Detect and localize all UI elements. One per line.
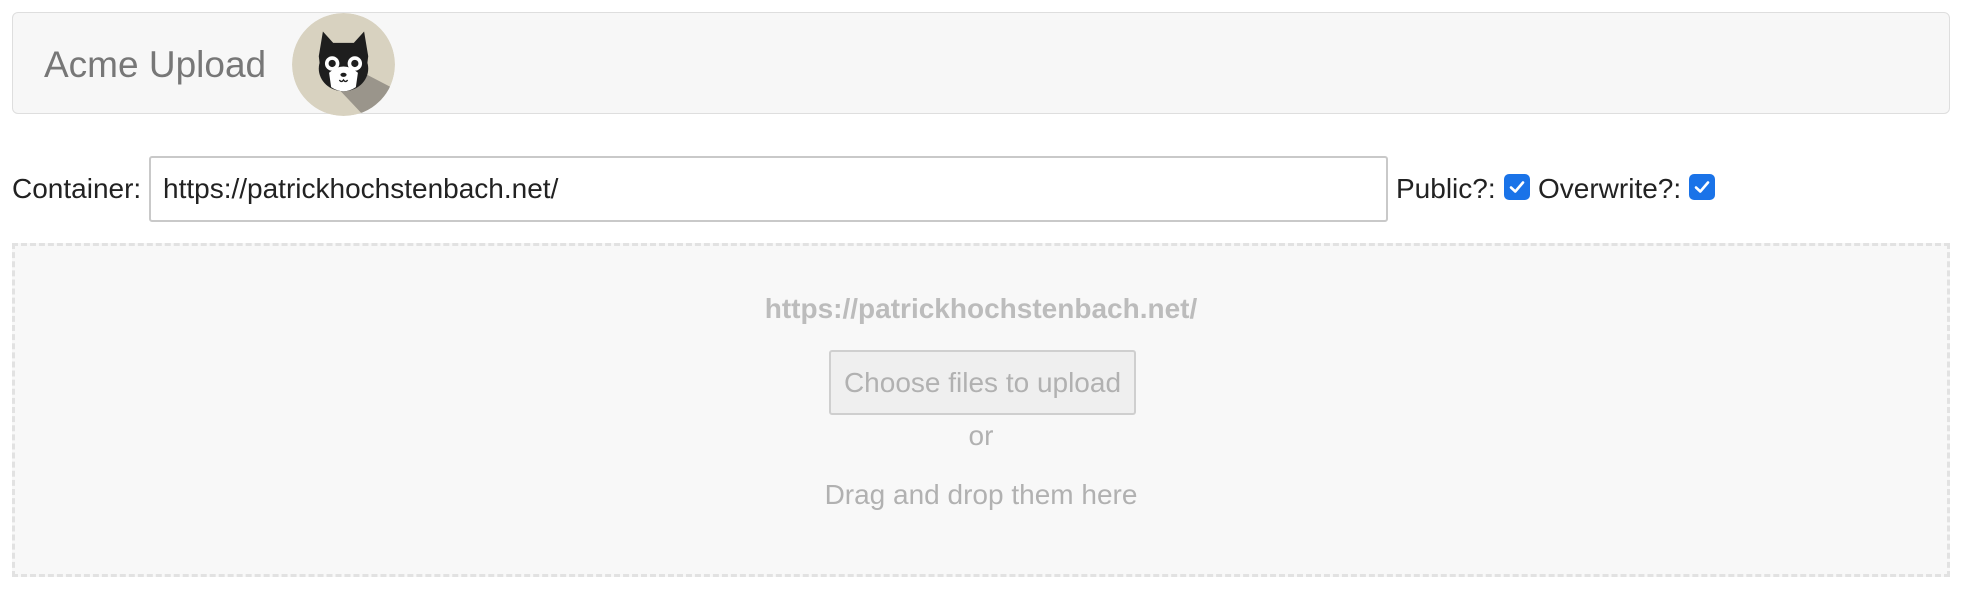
checkmark-icon (1694, 181, 1710, 193)
app-header: Acme Upload (12, 12, 1950, 116)
upload-options: Container: Public?: Overwrite?: (12, 156, 1952, 222)
checkmark-icon (1509, 181, 1525, 193)
container-label: Container: (12, 173, 142, 204)
dropzone-or-text: or (968, 420, 994, 451)
overwrite-label: Overwrite?: (1538, 173, 1682, 204)
cat-avatar-icon (292, 13, 395, 116)
dropzone-target-url: https://patrickhochstenbach.net/ (764, 293, 1198, 324)
public-checkbox[interactable] (1504, 174, 1530, 200)
file-dropzone[interactable]: https://patrickhochstenbach.net/ Choose … (12, 243, 1950, 577)
public-label: Public?: (1396, 173, 1496, 204)
container-input[interactable] (149, 156, 1388, 222)
overwrite-checkbox[interactable] (1689, 174, 1715, 200)
dropzone-drag-text: Drag and drop them here (824, 479, 1138, 510)
brand-title[interactable]: Acme Upload (44, 43, 266, 87)
choose-files-button[interactable]: Choose files to upload (829, 350, 1136, 415)
